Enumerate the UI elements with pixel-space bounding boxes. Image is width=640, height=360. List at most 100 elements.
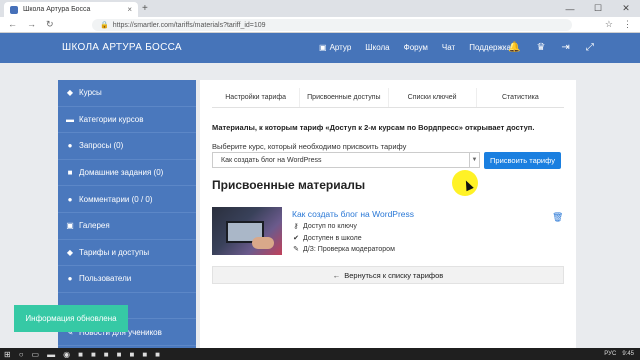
- section-title: Присвоенные материалы: [212, 178, 366, 192]
- arrow-left-icon: ←: [332, 270, 341, 280]
- site-brand[interactable]: ШКОЛА АРТУРА БОССА: [62, 42, 182, 53]
- sidebar-item-label: Пользователи: [79, 274, 132, 284]
- image-icon: ▣: [66, 221, 74, 231]
- menu-item-label: Артур: [329, 43, 352, 52]
- language-indicator[interactable]: РУС: [604, 351, 616, 357]
- browser-tab[interactable]: Школа Артура Босса ×: [4, 2, 138, 17]
- select-label: Выберите курс, который необходимо присво…: [212, 142, 407, 151]
- material-thumbnail[interactable]: [212, 207, 282, 255]
- app-icon[interactable]: ■: [117, 350, 122, 359]
- logout-icon[interactable]: ⇥: [561, 42, 569, 53]
- url-text: https://smartler.com/tariffs/materials?t…: [112, 21, 266, 29]
- sidebar-item-requests[interactable]: ● Запросы (0): [58, 133, 196, 160]
- windows-start-icon[interactable]: ⊞: [4, 350, 11, 359]
- fullscreen-icon[interactable]: ⤢: [586, 42, 594, 53]
- tags-icon: ◆: [66, 247, 74, 257]
- course-select-value: Как создать блог на WordPress: [221, 156, 322, 164]
- system-tray: РУС 9:45: [604, 351, 640, 357]
- sidebar-item-course-categories[interactable]: ▬ Категории курсов: [58, 107, 196, 134]
- pencil-icon: ✎: [293, 246, 299, 253]
- folder-icon: ▬: [66, 114, 74, 124]
- window-controls: — ☐ ✕: [556, 0, 640, 17]
- chat-icon: ●: [67, 141, 73, 151]
- sidebar-item-gallery[interactable]: ▣ Галерея: [58, 213, 196, 240]
- site-header: ШКОЛА АРТУРА БОССА ▣ Артур Школа Форум Ч…: [0, 33, 640, 63]
- sidebar-item-label: Комментарии (0 / 0): [79, 194, 153, 204]
- task-view-icon[interactable]: ▭: [32, 350, 40, 359]
- lock-icon: 🔒: [100, 22, 109, 29]
- trash-icon[interactable]: 🗑: [552, 212, 563, 223]
- menu-item-forum[interactable]: Форум: [404, 43, 428, 52]
- course-select[interactable]: Как создать блог на WordPress ▼: [212, 152, 480, 168]
- taskbar: ⊞ ○ ▭ ▬ ◉ ■ ■ ■ ■ ■ ■ ■ РУС 9:45: [0, 348, 640, 360]
- sidebar-item-comments[interactable]: ● Комментарии (0 / 0): [58, 186, 196, 213]
- toast-notification[interactable]: Информация обновлена: [14, 305, 128, 332]
- app-icon[interactable]: ■: [104, 350, 109, 359]
- sidebar-item-label: Курсы: [79, 88, 102, 98]
- sidebar-item-tariffs[interactable]: ◆ Тарифы и доступы: [58, 240, 196, 267]
- forward-arrow-icon[interactable]: →: [27, 19, 36, 30]
- material-line-text: Д/З: Проверка модератором: [303, 245, 395, 253]
- key-icon: ⚷: [293, 223, 299, 230]
- tariff-tabs: Настройки тарифа Присвоенные доступы Спи…: [212, 88, 564, 108]
- sidebar-item-users[interactable]: ● Пользователи: [58, 266, 196, 293]
- search-icon[interactable]: ○: [19, 350, 24, 359]
- tab-assigned-access[interactable]: Присвоенные доступы: [300, 88, 389, 107]
- material-line-text: Доступ по ключу: [303, 222, 357, 230]
- tag-icon: ◆: [66, 88, 74, 98]
- url-field[interactable]: 🔒 https://smartler.com/tariffs/materials…: [92, 19, 572, 31]
- menu-item-chat[interactable]: Чат: [442, 43, 455, 52]
- sidebar-item-label: Домашние задания (0): [79, 168, 164, 178]
- app-icon[interactable]: ■: [129, 350, 134, 359]
- address-bar: ← → ↻ 🔒 https://smartler.com/tariffs/mat…: [0, 17, 640, 33]
- tab-statistics[interactable]: Статистика: [477, 88, 564, 107]
- maximize-icon[interactable]: ☐: [584, 0, 612, 17]
- tab-tariff-settings[interactable]: Настройки тарифа: [212, 88, 301, 107]
- material-line-available: ✔ Доступен в школе: [292, 234, 362, 243]
- header-menu: ▣ Артур Школа Форум Чат Поддержка: [319, 43, 511, 52]
- comments-icon: ●: [67, 194, 73, 204]
- app-icon[interactable]: ■: [142, 350, 147, 359]
- chevron-down-icon[interactable]: ▼: [469, 153, 479, 167]
- back-arrow-icon[interactable]: ←: [8, 19, 17, 30]
- back-button-label: Вернуться к списку тарифов: [344, 270, 444, 280]
- favicon-icon: [10, 5, 18, 14]
- new-tab-icon[interactable]: +: [142, 3, 148, 14]
- app-icon[interactable]: ■: [155, 350, 160, 359]
- users-icon: ●: [67, 274, 73, 284]
- menu-item-user[interactable]: ▣ Артур: [319, 43, 351, 52]
- assign-tariff-button[interactable]: Присвоить тарифу: [484, 152, 561, 169]
- app-icon[interactable]: ■: [91, 350, 96, 359]
- material-line-text: Доступен в школе: [303, 234, 362, 242]
- reload-icon[interactable]: ↻: [46, 19, 54, 30]
- clock[interactable]: 9:45: [622, 351, 634, 357]
- back-to-tariffs-button[interactable]: ← Вернуться к списку тарифов: [212, 266, 564, 284]
- check-icon: ✔: [293, 235, 299, 242]
- sidebar-item-homework[interactable]: ■ Домашние задания (0): [58, 160, 196, 187]
- bell-icon[interactable]: 🔔: [508, 42, 520, 53]
- browser-tab-bar: Школа Артура Босса × + — ☐ ✕: [0, 0, 640, 17]
- tab-key-lists[interactable]: Списки ключей: [389, 88, 477, 107]
- sidebar-item-label: Тарифы и доступы: [79, 247, 150, 257]
- app-icon[interactable]: ■: [78, 350, 83, 359]
- sidebar-item-label: Запросы (0): [79, 141, 124, 151]
- chrome-icon[interactable]: ◉: [63, 350, 70, 359]
- menu-item-school[interactable]: Школа: [365, 43, 389, 52]
- browser-tab-title: Школа Артура Босса: [23, 6, 91, 13]
- material-line-homework: ✎ Д/З: Проверка модератором: [292, 245, 395, 254]
- menu-item-support[interactable]: Поддержка: [469, 43, 511, 52]
- material-title-link[interactable]: Как создать блог на WordPress: [292, 209, 414, 219]
- material-line-access: ⚷ Доступ по ключу: [292, 222, 357, 231]
- window-close-icon[interactable]: ✕: [612, 0, 640, 17]
- tariff-description: Материалы, к которым тариф «Доступ к 2-м…: [212, 123, 535, 132]
- explorer-icon[interactable]: ▬: [47, 350, 55, 359]
- tab-close-icon[interactable]: ×: [127, 5, 132, 14]
- sidebar-item-courses[interactable]: ◆ Курсы: [58, 80, 196, 107]
- minimize-icon[interactable]: —: [556, 0, 584, 17]
- star-icon[interactable]: ☆: [605, 19, 613, 30]
- user-icon: ▣: [319, 43, 327, 52]
- crown-icon[interactable]: ♛: [536, 42, 545, 53]
- briefcase-icon: ■: [67, 168, 73, 178]
- sidebar-item-label: Категории курсов: [79, 114, 144, 124]
- browser-menu-icon[interactable]: ⋮: [623, 19, 632, 30]
